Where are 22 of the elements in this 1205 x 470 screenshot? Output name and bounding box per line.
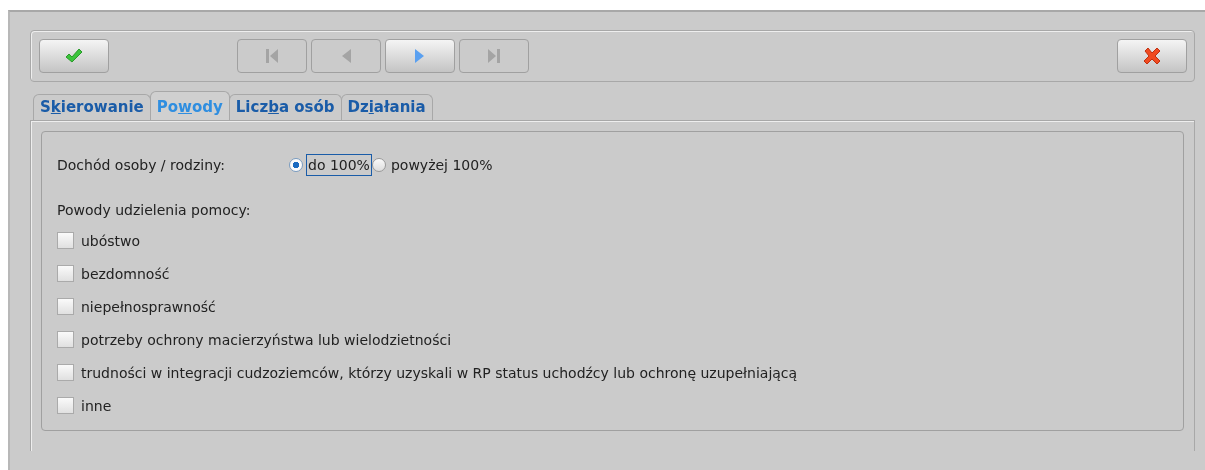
triangle-right-icon <box>414 48 426 64</box>
checkbox-option[interactable]: ubóstwo <box>57 224 1167 257</box>
skip-start-icon <box>265 48 279 64</box>
checkbox-option[interactable]: potrzeby ochrony macierzyństwa lub wielodzietności <box>57 323 1167 356</box>
checkbox-option[interactable]: bezdomność <box>57 257 1167 290</box>
radio-label[interactable]: do 100% <box>306 154 372 176</box>
cross-icon <box>1143 47 1161 65</box>
skip-end-icon <box>487 48 501 64</box>
section-label: Powody udzielenia pomocy: <box>57 201 252 220</box>
checkbox-option[interactable]: inne <box>57 389 1167 422</box>
radio-label[interactable]: powyżej 100% <box>388 154 495 176</box>
next-button[interactable] <box>385 39 455 73</box>
tab[interactable]: Skierowanie <box>33 94 151 120</box>
check-icon <box>65 48 83 64</box>
field-label: Dochód osoby / rodziny: <box>57 157 227 173</box>
tab[interactable]: Działania <box>340 94 433 120</box>
checkbox-option[interactable]: trudności w integracji cudzoziemców, którzy uzyskali w RP status uchodźcy lub ochronę uzupełniającą <box>57 356 1167 389</box>
cancel-button[interactable] <box>1117 39 1187 73</box>
checkbox-option[interactable]: niepełnosprawność <box>57 290 1167 323</box>
triangle-left-icon <box>340 48 352 64</box>
radio-button[interactable] <box>289 158 303 172</box>
ok-button[interactable] <box>39 39 109 73</box>
